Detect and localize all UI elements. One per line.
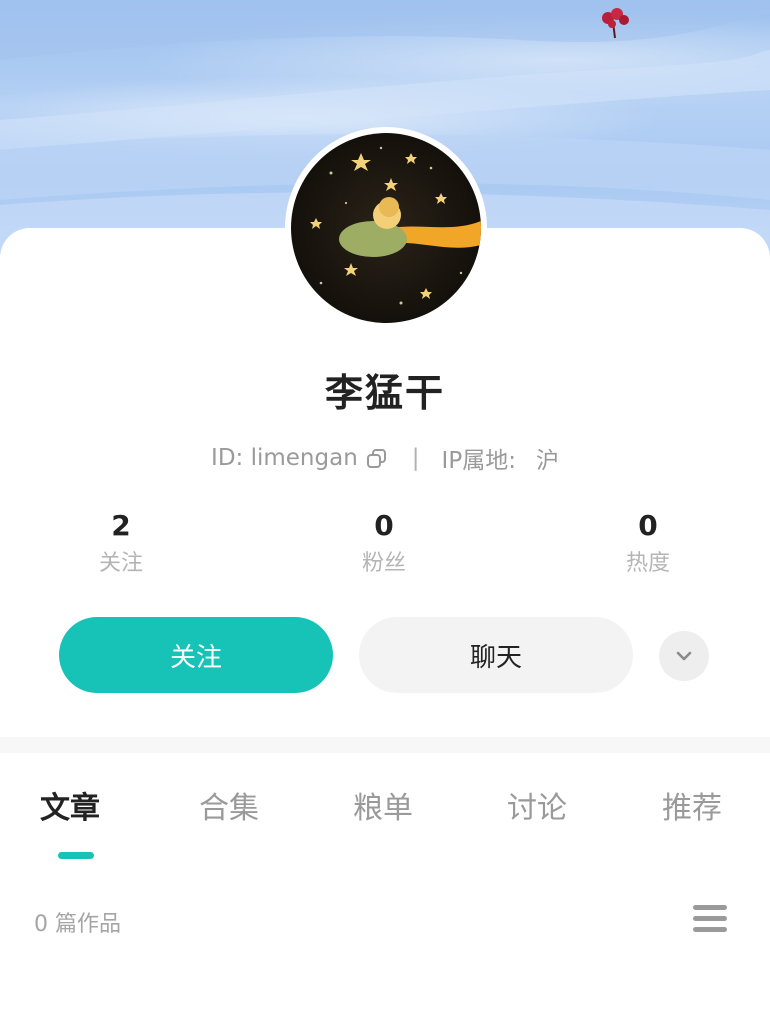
stat-followers[interactable]: 0 粉丝 <box>314 506 454 580</box>
works-count: 0 篇作品 <box>34 912 121 937</box>
tab-discussions[interactable]: 讨论 <box>507 783 567 827</box>
chevron-down-icon <box>676 651 692 661</box>
tab-lists[interactable]: 粮单 <box>353 783 413 827</box>
section-divider <box>0 737 770 753</box>
follow-button[interactable]: 关注 <box>59 617 333 693</box>
tab-articles[interactable]: 文章 <box>40 783 100 827</box>
stat-value: 0 <box>374 509 394 542</box>
more-button[interactable] <box>659 631 709 681</box>
ip-location-label: IP属地: <box>441 448 516 474</box>
ip-location-value: 沪 <box>535 448 559 474</box>
username: 李猛干 <box>324 371 445 415</box>
meta-divider: | <box>411 445 420 471</box>
avatar-image <box>291 133 481 323</box>
stat-following[interactable]: 2 关注 <box>51 506 191 580</box>
avatar[interactable] <box>285 127 487 329</box>
stat-label: 粉丝 <box>361 551 406 576</box>
chat-button[interactable]: 聊天 <box>359 617 633 693</box>
menu-icon[interactable] <box>692 903 728 935</box>
tab-recommendations[interactable]: 推荐 <box>662 783 722 827</box>
stats-row: 2 关注 0 粉丝 0 热度 <box>0 506 770 586</box>
copy-icon[interactable] <box>366 448 388 470</box>
active-tab-indicator <box>58 852 94 859</box>
profile-meta: ID: limengan | IP属地: 沪 <box>0 441 770 475</box>
little-prince-illustration <box>310 146 481 305</box>
tab-collections[interactable]: 合集 <box>199 783 259 827</box>
stat-label: 关注 <box>98 551 143 576</box>
stat-label: 热度 <box>625 551 670 576</box>
stat-value: 2 <box>111 509 131 542</box>
content-tabs: 文章 合集 粮单 讨论 推荐 <box>0 783 770 843</box>
stat-value: 0 <box>638 509 658 542</box>
stat-heat[interactable]: 0 热度 <box>578 506 718 580</box>
user-id: ID: limengan <box>211 445 358 471</box>
